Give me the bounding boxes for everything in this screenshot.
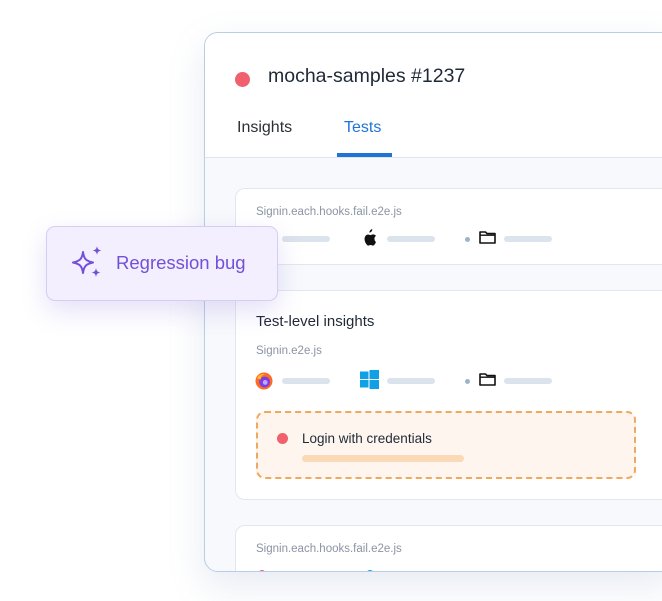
- run-title: mocha-samples #1237: [268, 65, 466, 87]
- placeholder-bar: [387, 236, 435, 242]
- folder-icon: [479, 231, 496, 244]
- run-header: mocha-samples #1237 Insights Tests: [205, 33, 662, 158]
- tab-tests[interactable]: Tests: [344, 119, 381, 137]
- test-run-panel: mocha-samples #1237 Insights Tests Signi…: [204, 32, 662, 572]
- placeholder-bar: [282, 378, 330, 384]
- tab-insights[interactable]: Insights: [237, 119, 292, 137]
- separator-dot: [465, 379, 470, 384]
- test-card[interactable]: Signin.each.hooks.fail.e2e.js: [235, 188, 662, 265]
- failure-insight[interactable]: Login with credentials: [256, 411, 636, 479]
- card-title: Test-level insights: [256, 313, 375, 330]
- placeholder-bar: [302, 455, 464, 462]
- sparkle-icon: [72, 246, 102, 277]
- regression-bug-badge[interactable]: Regression bug: [46, 226, 278, 301]
- failed-test-name: Login with credentials: [302, 431, 432, 446]
- windows-icon: [360, 370, 379, 389]
- test-card[interactable]: Signin.each.hooks.fail.e2e.js: [235, 525, 662, 571]
- run-status-indicator: [235, 72, 250, 87]
- placeholder-bar: [282, 236, 330, 242]
- partial-browser-icon: [258, 570, 266, 571]
- separator-dot: [465, 237, 470, 242]
- test-file-name: Signin.e2e.js: [256, 345, 322, 357]
- active-tab-indicator: [337, 153, 392, 157]
- badge-label: Regression bug: [116, 252, 246, 273]
- folder-icon: [479, 373, 496, 386]
- placeholder-bar: [504, 378, 552, 384]
- test-card[interactable]: Test-level insights Signin.e2e.js Login …: [235, 290, 662, 500]
- placeholder-bar: [387, 378, 435, 384]
- failure-status-indicator: [277, 433, 288, 444]
- placeholder-bar: [504, 236, 552, 242]
- firefox-icon: [255, 372, 273, 390]
- test-file-name: Signin.each.hooks.fail.e2e.js: [256, 543, 402, 555]
- test-file-name: Signin.each.hooks.fail.e2e.js: [256, 206, 402, 218]
- partial-os-icon: [366, 570, 374, 571]
- apple-icon: [364, 229, 376, 246]
